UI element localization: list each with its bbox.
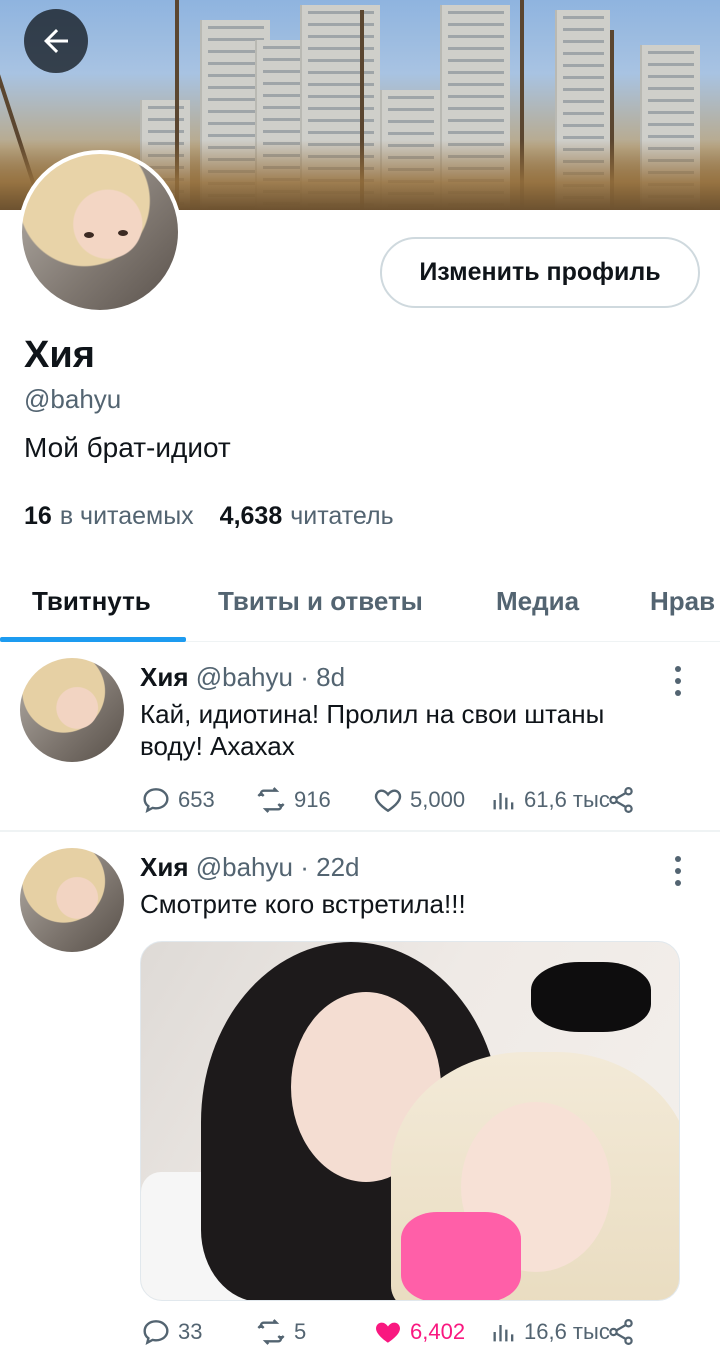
reply-button[interactable]: 33: [140, 1314, 202, 1350]
followers-link[interactable]: 4,638 читатель: [220, 502, 394, 531]
retweet-count: 916: [294, 787, 331, 812]
like-count: 5,000: [410, 787, 466, 812]
views-count: 16,6 тыс: [524, 1319, 610, 1344]
share-icon: [609, 1319, 633, 1345]
profile-stats: 16 в читаемых 4,638 читатель: [24, 502, 394, 531]
profile-handle: @bahyu: [24, 384, 122, 414]
share-icon: [609, 787, 633, 813]
following-count: 16: [24, 502, 52, 530]
tweet-item[interactable]: Хия @bahyu · 8d Кай, идиотина! Пролил на…: [0, 642, 720, 832]
tweet-actions: 33 5 6,402 16,6 тыс: [140, 1314, 640, 1350]
followers-count: 4,638: [219, 502, 283, 530]
following-link[interactable]: 16 в читаемых: [24, 502, 194, 531]
tweet-actions: 653 916 5,000 61,6 тыс: [140, 782, 640, 818]
reply-icon: [143, 1320, 169, 1345]
tweet-time[interactable]: 22d: [316, 852, 359, 882]
retweet-button[interactable]: 5: [254, 1314, 306, 1350]
views-button[interactable]: 16,6 тыс: [490, 1314, 610, 1350]
views-count: 61,6 тыс: [524, 787, 610, 812]
more-options-icon[interactable]: [664, 856, 692, 886]
like-count: 6,402: [410, 1319, 466, 1344]
tweet-author-name[interactable]: Хия: [140, 852, 189, 882]
tweet-author-name[interactable]: Хия: [140, 662, 189, 692]
views-button[interactable]: 61,6 тыс: [490, 782, 610, 818]
tab-tweets-replies[interactable]: Твиты и ответы: [218, 560, 423, 642]
tweet-author-handle: @bahyu: [195, 852, 293, 882]
tweet-separator: ·: [300, 852, 309, 882]
retweet-icon: [257, 1319, 285, 1345]
tweet-photo[interactable]: [140, 941, 680, 1301]
arrow-left-icon: [44, 29, 68, 53]
back-button[interactable]: [24, 9, 88, 73]
tab-tweets[interactable]: Твитнуть: [32, 560, 151, 642]
followers-label: читатель: [290, 502, 394, 530]
tweet-author-handle: @bahyu: [195, 662, 293, 692]
profile-avatar[interactable]: [18, 150, 182, 314]
reply-icon: [143, 788, 169, 813]
profile-tabs: Твитнуть Твиты и ответы Медиа Нрав: [0, 560, 720, 642]
tweet-avatar[interactable]: [20, 848, 124, 952]
tweet-header: Хия @bahyu · 22d: [140, 852, 360, 883]
tweet-time[interactable]: 8d: [316, 662, 345, 692]
tab-likes[interactable]: Нрав: [650, 560, 715, 642]
more-options-icon[interactable]: [664, 666, 692, 696]
tweet-separator: ·: [300, 662, 309, 692]
tweet-avatar[interactable]: [20, 658, 124, 762]
retweet-button[interactable]: 916: [254, 782, 331, 818]
heart-icon: [374, 789, 402, 813]
share-button[interactable]: [606, 1314, 636, 1350]
profile-name: Хия: [24, 334, 95, 376]
tweet-text: Кай, идиотина! Пролил на свои штаны воду…: [140, 699, 605, 761]
following-label: в читаемых: [59, 502, 194, 530]
retweet-icon: [257, 787, 285, 813]
like-button[interactable]: 5,000: [372, 782, 465, 818]
profile-bio: Мой брат-идиот: [24, 432, 231, 463]
retweet-count: 5: [294, 1319, 307, 1344]
share-button[interactable]: [606, 782, 636, 818]
like-button[interactable]: 6,402: [372, 1314, 465, 1350]
heart-filled-icon: [376, 1322, 400, 1343]
tweet-text: Смотрите кого встретила!!!: [140, 889, 466, 919]
tweet-header: Хия @bahyu · 8d: [140, 662, 345, 693]
edit-profile-button[interactable]: Изменить профиль: [380, 237, 700, 308]
views-icon: [493, 793, 514, 810]
reply-count: 33: [178, 1319, 203, 1344]
reply-count: 653: [178, 787, 215, 812]
tab-media[interactable]: Медиа: [496, 560, 579, 642]
views-icon: [493, 1325, 514, 1342]
reply-button[interactable]: 653: [140, 782, 215, 818]
